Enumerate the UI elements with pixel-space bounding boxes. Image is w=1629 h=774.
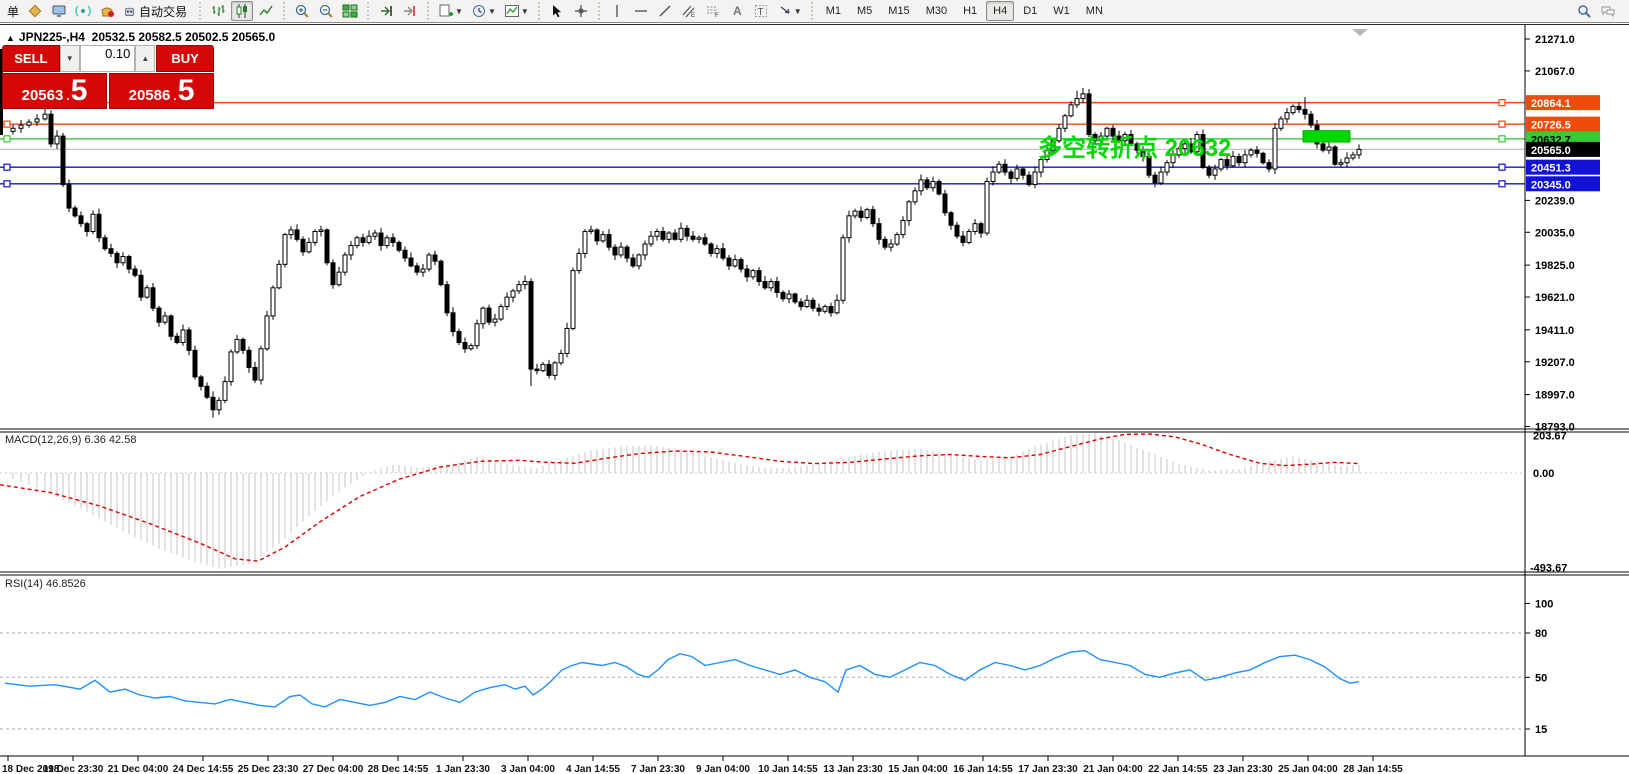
arrows-tool-icon[interactable]: ▼	[774, 1, 805, 21]
buy-price-pip: 5	[178, 78, 195, 104]
svg-text:20239.0: 20239.0	[1535, 195, 1575, 207]
chat-icon[interactable]	[1597, 1, 1619, 21]
zoom-out-icon[interactable]	[315, 1, 337, 21]
label-tool-icon[interactable]: T	[750, 1, 772, 21]
equidistant-channel-icon[interactable]: E	[678, 1, 700, 21]
line-chart-icon[interactable]	[255, 1, 277, 21]
cursor-icon[interactable]	[546, 1, 568, 21]
buy-button[interactable]: BUY	[156, 45, 214, 72]
autotrade-button[interactable]: 自动交易	[120, 1, 193, 21]
toolbar-separator	[596, 2, 602, 20]
sell-price-display[interactable]: 20563 . 5	[2, 73, 107, 109]
toolbar-separator	[425, 2, 431, 20]
market-icon[interactable]	[96, 1, 118, 21]
toolbar-separator	[809, 2, 815, 20]
collapse-panel-icon[interactable]: ▲	[6, 33, 15, 43]
svg-text:20345.0: 20345.0	[1531, 179, 1571, 191]
svg-text:15: 15	[1535, 724, 1547, 736]
svg-text:203.67: 203.67	[1533, 430, 1567, 442]
toolbar-separator	[281, 2, 287, 20]
svg-text:E: E	[691, 13, 695, 19]
timeframe-m5[interactable]: M5	[850, 1, 879, 21]
svg-text:80: 80	[1535, 628, 1547, 640]
symbol-label: JPN225-,H4	[19, 30, 85, 44]
sell-price-main: 20563	[22, 87, 64, 104]
buy-price-dot: .	[173, 89, 176, 103]
bar-chart-icon[interactable]	[207, 1, 229, 21]
svg-text:19207.0: 19207.0	[1535, 357, 1575, 369]
lot-increase-button[interactable]: ▲	[135, 45, 155, 72]
svg-text:20451.3: 20451.3	[1531, 163, 1571, 175]
timeframe-m1[interactable]: M1	[819, 1, 848, 21]
new-order-icon[interactable]	[24, 1, 46, 21]
main-toolbar: 单 自动交易 ▼ ▼	[0, 0, 1629, 23]
svg-text:18997.0: 18997.0	[1535, 390, 1575, 402]
chevron-down-icon: ▼	[455, 7, 463, 16]
rsi-label: RSI(14) 46.8526	[5, 578, 86, 590]
menu-text[interactable]: 单	[4, 3, 22, 20]
autoscroll-icon[interactable]	[375, 1, 397, 21]
ohlc-values: 20532.5 20582.5 20502.5 20565.0	[92, 30, 276, 44]
svg-text:T: T	[757, 7, 763, 18]
chevron-down-icon: ▼	[794, 7, 802, 16]
trendline-icon[interactable]	[654, 1, 676, 21]
macd-label: MACD(12,26,9) 6.36 42.58	[5, 434, 136, 446]
vertical-line-icon[interactable]	[606, 1, 628, 21]
svg-text:0.00: 0.00	[1533, 468, 1554, 480]
zoom-in-icon[interactable]	[291, 1, 313, 21]
buy-price-main: 20586	[129, 87, 171, 104]
signals-icon[interactable]	[72, 1, 94, 21]
horizontal-line-icon[interactable]	[630, 1, 652, 21]
lot-decrease-button[interactable]: ▼	[60, 45, 80, 72]
svg-text:-493.67: -493.67	[1530, 562, 1567, 574]
svg-text:20035.0: 20035.0	[1535, 227, 1575, 239]
svg-text:20726.5: 20726.5	[1531, 120, 1571, 132]
candlestick-chart-icon[interactable]	[231, 1, 253, 21]
svg-text:19621.0: 19621.0	[1535, 292, 1575, 304]
svg-text:21271.0: 21271.0	[1535, 34, 1575, 46]
terminal-icon[interactable]	[48, 1, 70, 21]
svg-text:21067.0: 21067.0	[1535, 66, 1575, 78]
timeframe-m30[interactable]: M30	[919, 1, 954, 21]
timeframe-w1[interactable]: W1	[1046, 1, 1077, 21]
timeframe-h1[interactable]: H1	[956, 1, 984, 21]
svg-text:100: 100	[1535, 598, 1553, 610]
fibonacci-icon[interactable]: F	[702, 1, 724, 21]
toolbar-separator	[365, 2, 371, 20]
buy-price-display[interactable]: 20586 . 5	[109, 73, 214, 109]
crosshair-icon[interactable]	[570, 1, 592, 21]
chevron-down-icon: ▼	[521, 7, 529, 16]
sell-button[interactable]: SELL	[2, 45, 60, 72]
search-icon[interactable]	[1573, 1, 1595, 21]
lot-size-input[interactable]: 0.10	[80, 45, 136, 72]
chevron-down-icon: ▼	[488, 7, 496, 16]
annotation-text: 多空转折点 20632	[1038, 134, 1231, 162]
new-chart-icon[interactable]: ▼	[435, 1, 466, 21]
svg-text:19411.0: 19411.0	[1535, 325, 1574, 337]
svg-text:20565.0: 20565.0	[1531, 145, 1571, 157]
timeframe-mn[interactable]: MN	[1079, 1, 1110, 21]
sell-price-dot: .	[66, 89, 69, 103]
svg-text:19825.0: 19825.0	[1535, 260, 1575, 272]
timeframe-d1[interactable]: D1	[1016, 1, 1044, 21]
tile-windows-icon[interactable]	[339, 1, 361, 21]
chart-title: ▲ JPN225-,H4 20532.5 20582.5 20502.5 2056…	[6, 30, 275, 44]
timeframe-h4[interactable]: H4	[986, 1, 1014, 21]
svg-text:20864.1: 20864.1	[1531, 98, 1571, 110]
indicators-icon[interactable]: ▼	[501, 1, 532, 21]
one-click-trade-panel: SELL ▼ 0.10 ▲ BUY 20563 . 5 20586 . 5	[2, 45, 214, 109]
sell-price-pip: 5	[71, 78, 88, 104]
timeframe-m15[interactable]: M15	[881, 1, 916, 21]
toolbar-separator	[197, 2, 203, 20]
text-tool-icon[interactable]: A	[726, 1, 748, 21]
svg-text:50: 50	[1535, 672, 1547, 684]
svg-text:F: F	[715, 13, 719, 19]
chart-window: ▲ JPN225-,H4 20532.5 20582.5 20502.5 2056…	[0, 24, 1629, 773]
chart-canvas: 多空转折点 20632 21271.0 21067.0 20239.0 20035.0 1…	[0, 25, 1629, 774]
period-icon[interactable]: ▼	[468, 1, 499, 21]
svg-text:A: A	[733, 4, 742, 18]
toolbar-separator	[536, 2, 542, 20]
chart-shift-icon[interactable]	[399, 1, 421, 21]
autotrade-label: 自动交易	[136, 3, 190, 20]
